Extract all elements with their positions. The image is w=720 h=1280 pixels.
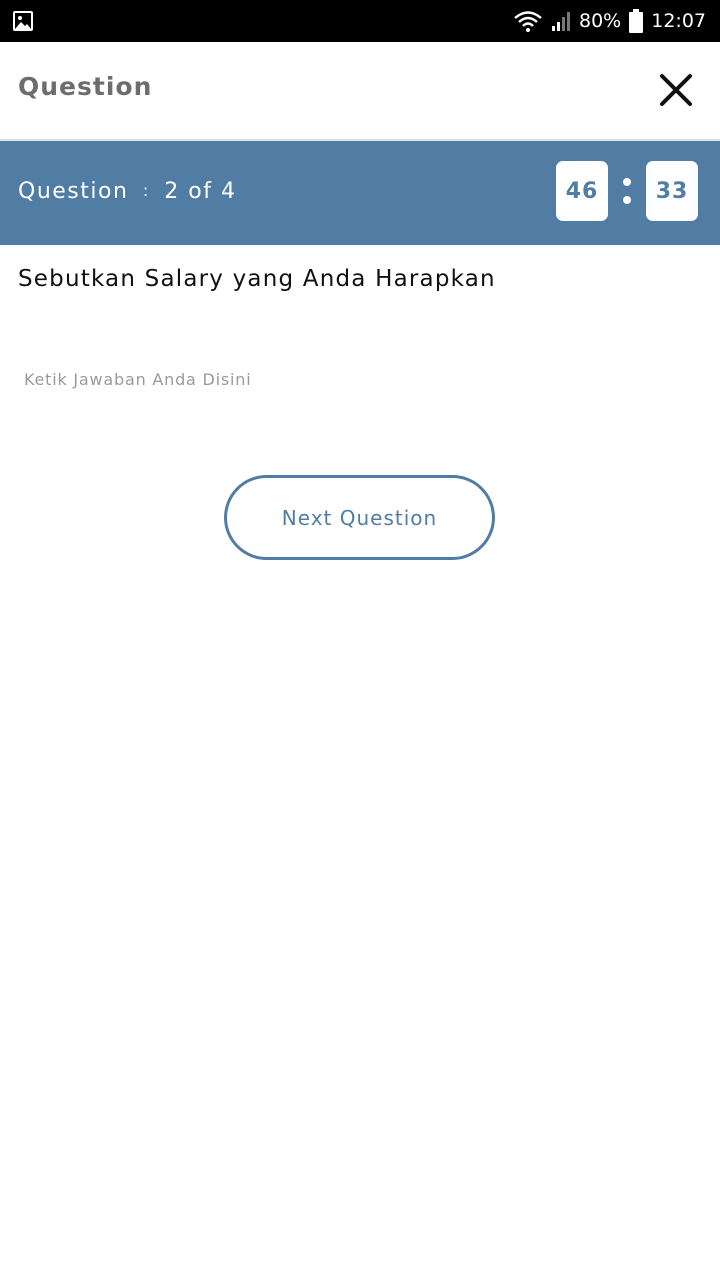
timer-colon xyxy=(608,161,646,221)
question-counter-separator: : xyxy=(142,181,150,200)
timer-seconds: 33 xyxy=(646,161,698,221)
close-icon xyxy=(660,74,692,106)
question-counter: Question : 2 of 4 xyxy=(18,179,236,204)
status-bar: 80% 12:07 xyxy=(0,0,720,42)
countdown-timer: 46 33 xyxy=(556,161,698,221)
battery-icon xyxy=(629,9,644,33)
question-bar: Question : 2 of 4 46 33 xyxy=(0,141,720,245)
page-title: Question xyxy=(18,72,153,101)
image-icon xyxy=(12,10,34,32)
signal-icon xyxy=(551,10,571,32)
clock: 12:07 xyxy=(651,10,706,32)
question-progress: 2 of 4 xyxy=(164,179,237,204)
status-indicators: 80% 12:07 xyxy=(513,0,706,42)
app-header: Question xyxy=(0,42,720,140)
next-question-button[interactable]: Next Question xyxy=(224,475,495,560)
question-counter-label: Question xyxy=(18,179,129,204)
timer-minutes: 46 xyxy=(556,161,608,221)
answer-input[interactable] xyxy=(16,360,704,398)
battery-percent: 80% xyxy=(579,10,622,32)
close-button[interactable] xyxy=(658,72,694,108)
wifi-icon xyxy=(513,9,543,33)
question-text: Sebutkan Salary yang Anda Harapkan xyxy=(18,266,496,292)
